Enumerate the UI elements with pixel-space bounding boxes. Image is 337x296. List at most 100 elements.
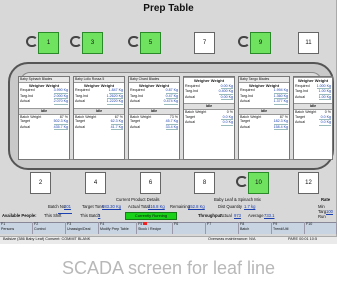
batch-actual: 33.4 Kg: [165, 124, 178, 131]
actual-value: 2.070 Kg: [53, 99, 68, 105]
f5-stock-recipe-button[interactable]: F5 Stock / Recipe: [137, 222, 173, 234]
weigher-header: Baby Spinach Blades: [19, 77, 69, 83]
current-product: Baby Leaf & Spinach Mix: [214, 197, 261, 202]
hook-icon: [26, 36, 38, 47]
this-shift-value[interactable]: [58, 213, 72, 214]
batch-actual: 0.0 Kg: [221, 120, 233, 126]
actual-total: 316.8 Kg: [148, 204, 165, 209]
station-1[interactable]: 1: [38, 32, 59, 54]
station-3[interactable]: 3: [82, 32, 103, 54]
station-10[interactable]: 10: [248, 172, 269, 194]
station-12[interactable]: 12: [298, 172, 319, 194]
label: Actual: [295, 94, 305, 99]
throughput-avg: 733.1: [264, 213, 275, 218]
key: F4: [100, 222, 105, 226]
caption: SCADA screen for leaf line: [61, 258, 276, 278]
target-tons: 983.30 Kg: [102, 204, 122, 209]
f4-modify-prep-table-button[interactable]: F4 Modify Prep Table: [99, 222, 137, 234]
station-4[interactable]: 4: [85, 172, 106, 194]
station-9[interactable]: 9: [250, 32, 271, 54]
station-7[interactable]: 7: [194, 32, 215, 54]
key-label: Control: [34, 227, 46, 231]
key: F8: [240, 222, 245, 226]
alarm-icon: [143, 222, 148, 225]
status-left: Ballsize (386 Baby Leaf) Consent: COMMIT…: [3, 237, 91, 241]
this-batch-value[interactable]: 3: [98, 213, 100, 218]
f9-trend-button[interactable]: F9 Trend/Util: [272, 222, 305, 234]
batch-no: 301: [64, 204, 71, 209]
key-label: Stock / Recipe: [138, 227, 162, 231]
run-label: Run: [318, 214, 326, 219]
status-right: PARE 00:01 10:5: [288, 237, 318, 241]
key-label: Modify Prep Table: [100, 227, 129, 231]
key: F2: [34, 222, 39, 226]
key: F9: [273, 222, 278, 226]
label: Actual: [185, 94, 195, 99]
idle-status: Idle: [184, 103, 234, 110]
key: F6: [174, 222, 179, 226]
weigher-panel-3[interactable]: Baby Chard Blades Weigher Weight Require…: [128, 76, 180, 160]
actual-value: 0.00 Kg: [220, 94, 233, 101]
label: Actual: [75, 124, 85, 129]
idle-status: Idle: [19, 107, 69, 115]
f10-button[interactable]: F10: [305, 222, 337, 234]
remaining: 152.8 Kg: [188, 204, 205, 209]
label: Actual: [185, 120, 195, 125]
this-batch-label: This Batch: [80, 213, 100, 218]
station-2[interactable]: 2: [30, 172, 51, 194]
f7-button[interactable]: F7: [206, 222, 239, 234]
dist-quantity: 1.7 kg: [244, 204, 256, 209]
throughput-avg-label: Average: [248, 213, 264, 218]
key-label: Unassign/Deal: [67, 227, 91, 231]
weigher-header: Baby Tango Blades: [239, 77, 289, 83]
currently-running-indicator: Currently Running: [125, 212, 177, 220]
station-6[interactable]: 6: [140, 172, 161, 194]
label: Actual: [130, 124, 140, 129]
throughput-actual-label: Actual: [220, 213, 232, 218]
actual-value: 0.474 Kg: [163, 99, 178, 105]
f3-unassign-button[interactable]: F3 Unassign/Deal: [66, 222, 99, 234]
idle-status: Idle: [294, 103, 332, 110]
hook-icon: [128, 36, 140, 47]
label: Actual: [20, 99, 30, 104]
key: F10: [306, 222, 313, 226]
page-title: Prep Table: [143, 3, 194, 14]
key: F3: [67, 222, 72, 226]
label: Actual: [130, 99, 140, 104]
batch-actual: 0.0 Kg: [319, 120, 331, 126]
hook-icon: [238, 36, 250, 47]
label: Actual: [240, 99, 250, 104]
f1-persons-button[interactable]: F1 Persons: [0, 222, 33, 234]
f8-batch-button[interactable]: F8 Batch: [239, 222, 272, 234]
weigher-panel-5[interactable]: Baby Tango Blades Weigher Weight Require…: [238, 76, 290, 160]
station-8[interactable]: 8: [194, 172, 215, 194]
target-tons-label: Target Tons: [82, 204, 104, 209]
actual-value: 1.00 Kg: [318, 94, 331, 101]
idle-status: Idle: [239, 107, 289, 115]
f2-control-button[interactable]: F2 Control: [33, 222, 66, 234]
weigher-panel-1[interactable]: Baby Spinach Blades Weigher Weight Requi…: [18, 76, 70, 160]
key: F1: [1, 222, 6, 226]
hook-icon: [70, 36, 82, 47]
status-mid: Overseas maintenance: N/A: [208, 237, 256, 241]
dist-label: Dist Quantity: [218, 204, 242, 209]
weigher-header: Baby Lollo Rossa 5: [74, 77, 124, 83]
key: F7: [207, 222, 212, 226]
weigher-panel-4[interactable]: Weigher Weight Required 0.00 Kg Targ.Ind 0…: [183, 76, 235, 160]
label: Actual: [240, 124, 250, 129]
weigher-panel-6[interactable]: Weigher Weight Required 1.000 Kg Targ.Ind…: [293, 76, 333, 160]
f6-button[interactable]: F6: [173, 222, 206, 234]
available-people-label: Available People:: [2, 213, 37, 218]
actual-value: 1.2220 Kg: [106, 99, 123, 105]
weigher-header: Baby Chard Blades: [129, 77, 179, 83]
actual-total-label: Actual Total: [128, 204, 150, 209]
station-11[interactable]: 11: [298, 32, 319, 54]
label: Actual: [295, 120, 305, 125]
label: Actual: [20, 124, 30, 129]
weigher-panel-2[interactable]: Baby Lollo Rossa 5 Weigher Weight Requir…: [73, 76, 125, 160]
actual-value: 1.377 Kg: [273, 99, 288, 105]
station-5[interactable]: 5: [140, 32, 161, 54]
idle-status: Idle: [74, 107, 124, 115]
batch-actual: 41.7 Kg: [110, 124, 123, 131]
key: F5: [138, 222, 143, 226]
